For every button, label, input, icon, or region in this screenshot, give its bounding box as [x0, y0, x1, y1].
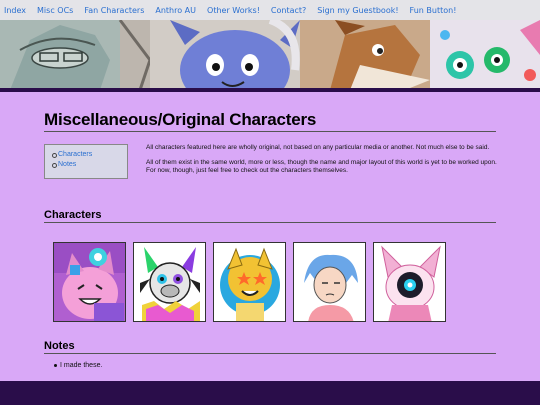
character-gallery [53, 242, 453, 322]
characters-heading: Characters [44, 209, 496, 223]
nav-link-fan-characters[interactable]: Fan Characters [84, 6, 144, 15]
page-title: Miscellaneous/Original Characters [44, 110, 496, 132]
intro-text: All characters featured here are wholly … [146, 144, 498, 175]
nav-link-index[interactable]: Index [4, 6, 26, 15]
header-banner-artwork [0, 20, 540, 90]
notes-heading: Notes [44, 340, 496, 354]
character-thumbnail-clown-goat[interactable] [133, 242, 206, 322]
nav-link-contact[interactable]: Contact? [271, 6, 306, 15]
intro-paragraph-2: All of them exist in the same world, mor… [146, 159, 497, 174]
nav-link-other-works[interactable]: Other Works! [207, 6, 260, 15]
nav-link-guestbook[interactable]: Sign my Guestbook! [317, 6, 398, 15]
intro-paragraph-1: All characters featured here are wholly … [146, 144, 490, 151]
character-thumbnail-pink-cat[interactable] [53, 242, 126, 322]
list-item: I made these. [54, 362, 102, 369]
character-thumbnail-pink-robot[interactable] [373, 242, 446, 322]
page-footer [0, 381, 540, 405]
toc-link-characters[interactable]: Characters [52, 150, 121, 160]
nav-link-anthro-au[interactable]: Anthro AU [155, 6, 196, 15]
table-of-contents: Characters Notes [44, 144, 128, 179]
character-thumbnail-star-face[interactable] [213, 242, 286, 322]
nav-link-misc-ocs[interactable]: Misc OCs [37, 6, 73, 15]
notes-list: I made these. [54, 362, 102, 369]
nav-link-fun-button[interactable]: Fun Button! [410, 6, 457, 15]
character-thumbnail-blue-hair[interactable] [293, 242, 366, 322]
banner-bottom-border [0, 88, 540, 92]
top-navigation: Index Misc OCs Fan Characters Anthro AU … [0, 0, 540, 20]
toc-link-notes[interactable]: Notes [52, 160, 121, 170]
